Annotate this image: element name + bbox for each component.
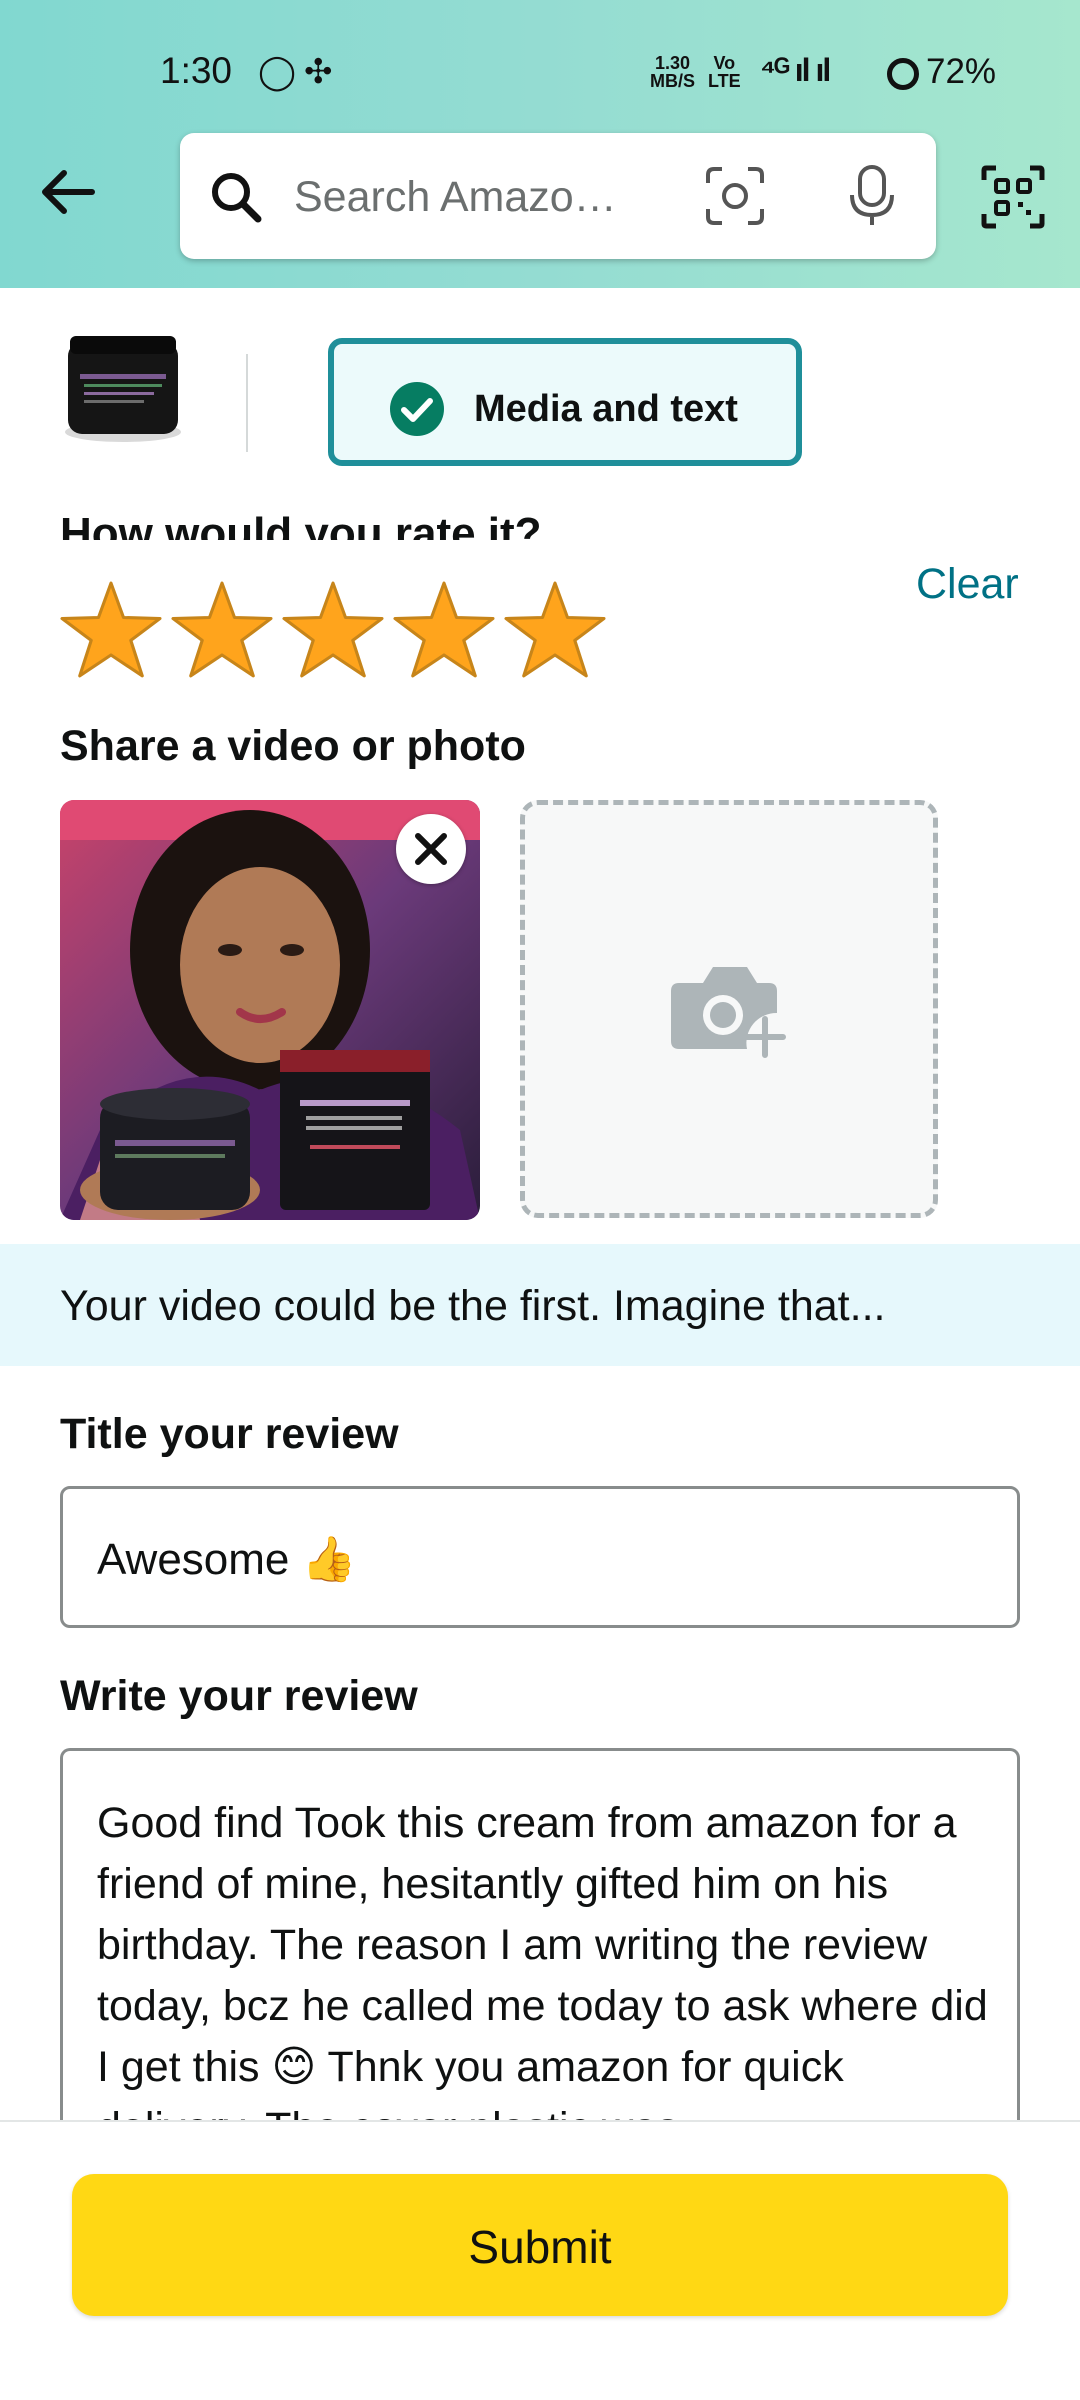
media-and-text-chip[interactable]: Media and text	[328, 338, 802, 466]
camera-scan-icon[interactable]	[704, 165, 766, 227]
network-speed: 1.30 MB/S	[650, 54, 695, 90]
net-speed-unit: MB/S	[650, 71, 695, 91]
back-button[interactable]	[36, 160, 100, 224]
clear-rating-link[interactable]: Clear	[916, 560, 1019, 609]
close-icon	[415, 833, 447, 865]
status-time: 1:30	[160, 50, 233, 91]
rating-heading: How would you rate it?	[60, 509, 542, 540]
notification-icons: ◯✣	[258, 53, 341, 91]
submit-button[interactable]: Submit	[72, 2174, 1008, 2316]
submit-label: Submit	[468, 2221, 612, 2273]
remove-photo-button[interactable]	[396, 814, 466, 884]
battery-icon	[887, 58, 919, 90]
media-heading: Share a video or photo	[60, 722, 526, 770]
qr-scan-icon[interactable]	[980, 164, 1046, 230]
banner-text: Your video could be the first. Imagine t…	[60, 1282, 886, 1330]
add-media-button[interactable]	[520, 800, 938, 1218]
back-arrow-icon	[42, 170, 95, 214]
mic-icon[interactable]	[840, 163, 904, 229]
divider	[246, 354, 248, 452]
search-placeholder: Search Amazo…	[294, 173, 617, 221]
signal-icon: ⁴ᴳ ıl ıl	[760, 52, 831, 88]
review-text-value: Good find Took this cream from amazon fo…	[97, 1799, 988, 2128]
star-icon[interactable]	[169, 580, 275, 680]
volte-bottom: LTE	[708, 71, 741, 91]
footer: Submit	[0, 2120, 1080, 2400]
review-title-field[interactable]: Awesome 👍	[60, 1486, 1020, 1628]
volte-top: Vo	[713, 53, 736, 73]
add-camera-icon	[671, 967, 786, 1058]
review-title-value: Awesome 👍	[97, 1535, 357, 1584]
status-bar: 1:30 ◯✣ 1.30 MB/S Vo LTE ⁴ᴳ ıl ıl 72%	[0, 0, 1080, 130]
review-text-field[interactable]: Good find Took this cream from amazon fo…	[60, 1748, 1020, 2128]
star-icon[interactable]	[502, 580, 608, 680]
net-speed-value: 1.30	[654, 53, 691, 73]
check-circle-icon	[390, 382, 444, 436]
battery-level: 72%	[926, 52, 997, 91]
star-icon[interactable]	[58, 580, 164, 680]
star-icon[interactable]	[391, 580, 497, 680]
star-icon[interactable]	[280, 580, 386, 680]
review-label: Write your review	[60, 1672, 418, 1720]
search-icon	[212, 173, 262, 223]
volte-indicator: Vo LTE	[708, 54, 741, 90]
search-input[interactable]: Search Amazo…	[180, 133, 936, 259]
title-label: Title your review	[60, 1410, 399, 1458]
chip-label: Media and text	[474, 388, 738, 430]
product-row: Media and text	[0, 288, 1080, 518]
product-thumbnail	[65, 336, 181, 442]
top-bar: 1:30 ◯✣ 1.30 MB/S Vo LTE ⁴ᴳ ıl ıl 72% Se…	[0, 0, 1080, 288]
video-info-banner: Your video could be the first. Imagine t…	[0, 1244, 1080, 1366]
